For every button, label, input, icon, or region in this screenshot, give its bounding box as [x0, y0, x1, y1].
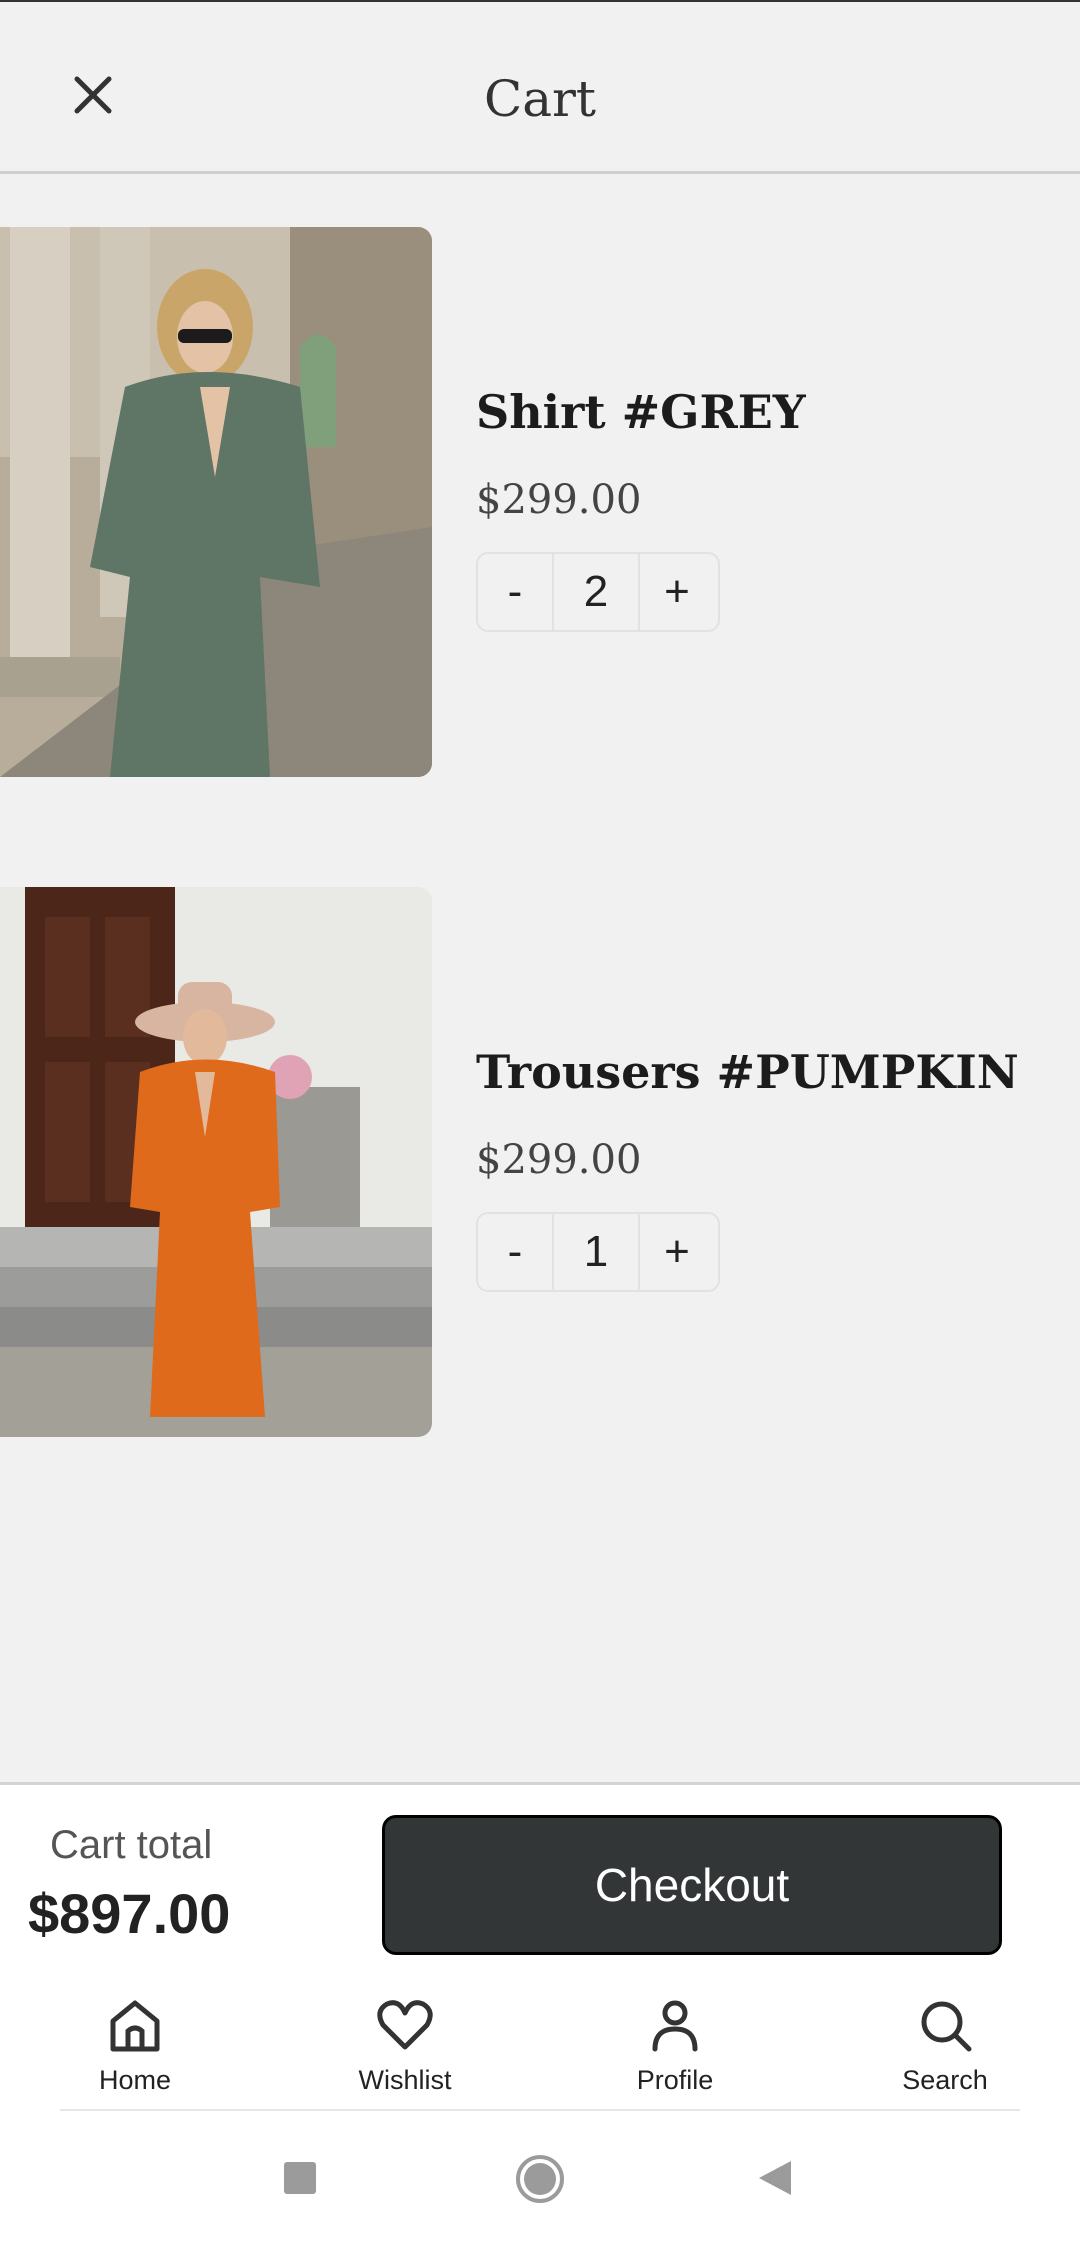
system-back-button[interactable]: [757, 2159, 793, 2202]
page-title: Cart: [483, 70, 597, 128]
home-icon: [110, 2000, 160, 2052]
search-icon: [921, 2001, 972, 2052]
nav-search-label: Search: [902, 2065, 988, 2095]
nav-profile-label: Profile: [636, 2065, 714, 2095]
item-price: $299.00: [476, 1137, 642, 1183]
checkout-button[interactable]: Checkout: [382, 1815, 1002, 1955]
nav-home-label: Home: [98, 2065, 172, 2095]
item-name: Trousers #PUMPKIN: [476, 1045, 1019, 1099]
heart-icon: [377, 2000, 433, 2050]
nav-home[interactable]: Home: [35, 1995, 235, 2111]
cart-summary: Cart total $897.00 Checkout: [0, 1782, 1080, 1980]
increase-quantity-button[interactable]: +: [640, 554, 714, 630]
home-circle-icon: [516, 2155, 564, 2203]
person-icon: [652, 2000, 698, 2052]
quantity-stepper: - 1 +: [476, 1212, 720, 1292]
item-price: $299.00: [476, 477, 642, 523]
system-home-button[interactable]: [514, 2153, 566, 2210]
decrease-quantity-button[interactable]: -: [478, 1214, 552, 1290]
recent-apps-icon: [284, 2162, 316, 2194]
nav-wishlist[interactable]: Wishlist: [305, 1995, 505, 2111]
cart-total-label: Cart total: [50, 1823, 213, 1867]
cart-item: Trousers #PUMPKIN $299.00 - 1 +: [0, 887, 1080, 1437]
cart-item: Shirt #GREY $299.00 - 2 +: [0, 227, 1080, 777]
recent-apps-button[interactable]: [283, 2161, 317, 2200]
decrease-quantity-button[interactable]: -: [478, 554, 552, 630]
product-image-grey[interactable]: [0, 227, 432, 777]
increase-quantity-button[interactable]: +: [640, 1214, 714, 1290]
system-navigation-bar: [0, 2111, 1080, 2241]
back-icon: [759, 2161, 791, 2195]
item-name: Shirt #GREY: [476, 385, 806, 439]
quantity-value: 2: [552, 554, 640, 630]
quantity-stepper: - 2 +: [476, 552, 720, 632]
bottom-navigation: Home Wishlist Profile Search: [0, 1977, 1080, 2111]
nav-profile[interactable]: Profile: [575, 1995, 775, 2111]
nav-wishlist-label: Wishlist: [358, 2065, 452, 2095]
product-image-pumpkin[interactable]: [0, 887, 432, 1437]
cart-header: Cart: [0, 2, 1080, 174]
cart-total-value: $897.00: [28, 1882, 231, 1945]
quantity-value: 1: [552, 1214, 640, 1290]
nav-search[interactable]: Search: [845, 1995, 1045, 2111]
